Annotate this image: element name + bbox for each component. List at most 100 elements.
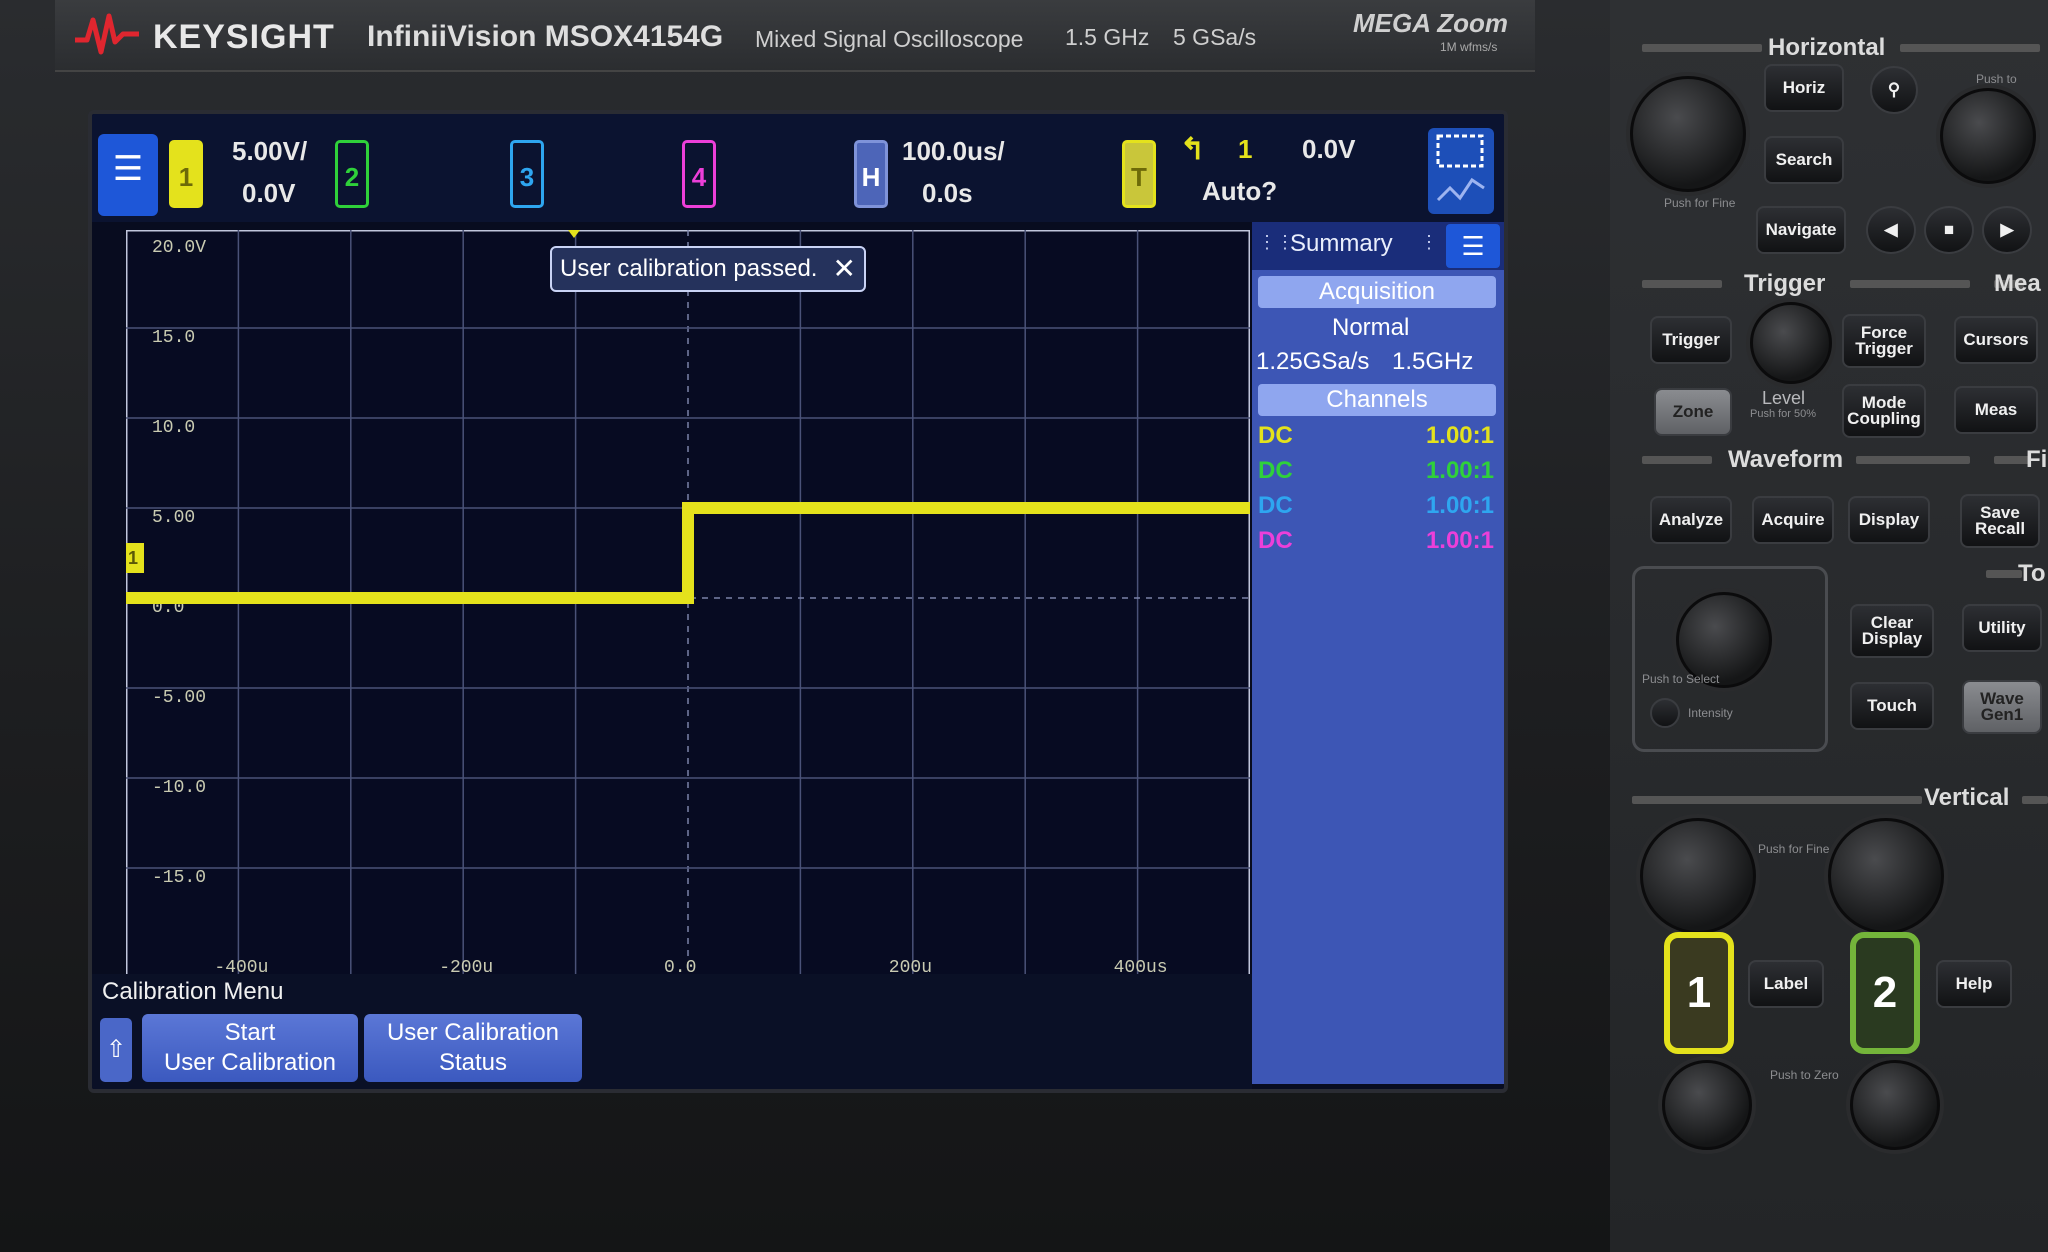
softkey-line: Status xyxy=(438,1049,508,1076)
display-button[interactable]: Display xyxy=(1848,496,1930,544)
ch2-scale-knob[interactable] xyxy=(1828,818,1944,934)
trigger-mode: Auto? xyxy=(1202,176,1278,206)
divider xyxy=(1986,570,2022,578)
y-tick-label: 5.00 xyxy=(152,508,195,528)
label-button[interactable]: Label xyxy=(1748,960,1824,1008)
channel-row: DC 1.00:1 xyxy=(1258,422,1494,452)
channel-1-button[interactable]: 1 xyxy=(1664,932,1734,1054)
force-trigger-button[interactable]: Force Trigger xyxy=(1842,314,1926,368)
notification-message: User calibration passed. xyxy=(560,255,818,282)
trigger-section-title: Trigger xyxy=(1744,270,1826,297)
zoom-button[interactable]: ⚲ xyxy=(1870,66,1918,114)
touch-button[interactable]: Touch xyxy=(1850,682,1934,730)
ch1-position-knob[interactable] xyxy=(1662,1060,1752,1150)
start-user-calibration-button[interactable]: Start User Calibration xyxy=(142,1014,358,1082)
main-menu-button[interactable]: ☰ xyxy=(98,134,158,216)
model-description: Mixed Signal Oscilloscope xyxy=(755,26,1024,52)
channel-4-box[interactable]: 4 xyxy=(682,140,716,208)
acquisition-bandwidth: 1.5GHz xyxy=(1392,348,1474,375)
analyze-button[interactable]: Analyze xyxy=(1650,496,1732,544)
zoom-select-icon xyxy=(1436,134,1485,202)
divider xyxy=(1642,44,1762,52)
cursors-button[interactable]: Cursors xyxy=(1954,316,2038,364)
close-icon[interactable]: ✕ xyxy=(833,252,856,285)
channel-1-box[interactable]: 1 xyxy=(169,140,203,208)
navigate-back-button[interactable]: ◀ xyxy=(1866,206,1916,254)
wavegen-button[interactable]: Wave Gen1 xyxy=(1962,680,2042,734)
horiz-button[interactable]: Horiz xyxy=(1764,64,1844,112)
svg-text:1: 1 xyxy=(128,548,138,568)
intensity-label: Intensity xyxy=(1688,706,1733,720)
model-name: InfiniiVision MSOX4154G xyxy=(367,20,724,53)
calibration-notification[interactable]: User calibration passed. ✕ xyxy=(550,246,866,292)
meas-button[interactable]: Meas xyxy=(1954,386,2038,434)
display-screen[interactable]: ☰ 1 5.00V/ 0.0V 2 3 4 H 100.0us/ 0.0s T … xyxy=(88,110,1508,1093)
softkey-line: Start xyxy=(224,1019,276,1046)
waveform-graticule[interactable]: 20.0V15.010.05.000.0-5.00-10.0-15.0 -400… xyxy=(126,230,1250,976)
arrow-up-icon: ⇧ xyxy=(105,1036,127,1063)
bandwidth-spec: 1.5 GHz xyxy=(1065,24,1150,50)
status-bar: ☰ 1 5.00V/ 0.0V 2 3 4 H 100.0us/ 0.0s T … xyxy=(92,114,1504,222)
horizontal-scale-knob[interactable] xyxy=(1630,76,1746,192)
stop-icon: ■ xyxy=(1943,220,1955,239)
play-back-icon: ◀ xyxy=(1884,220,1898,239)
horizontal-position-knob[interactable] xyxy=(1940,88,2036,184)
back-button[interactable]: ⇧ xyxy=(100,1018,132,1082)
softkey-line: User Calibration xyxy=(386,1019,560,1046)
divider xyxy=(1850,280,1970,288)
navigate-stop-button[interactable]: ■ xyxy=(1924,206,1974,254)
push-to-select-label: Push to Select xyxy=(1642,672,1720,686)
push-to-label: Push to xyxy=(1976,72,2017,86)
channel-3-box[interactable]: 3 xyxy=(510,140,544,208)
keysight-logo-icon xyxy=(75,13,139,55)
trigger-edge-icon: ↰ xyxy=(1180,133,1206,166)
acquisition-header: Acquisition xyxy=(1258,276,1496,308)
drag-handle-icon[interactable]: ⋮⋮ xyxy=(1258,232,1294,253)
channel-row: DC 1.00:1 xyxy=(1258,527,1494,557)
ch1-ground-marker[interactable]: 1 xyxy=(126,543,144,573)
brand-name: KEYSIGHT xyxy=(153,18,335,56)
ch2-position-knob[interactable] xyxy=(1850,1060,1940,1150)
save-recall-button[interactable]: Save Recall xyxy=(1960,494,2040,548)
softkey-bar: Calibration Menu ⇧ Start User Calibratio… xyxy=(92,974,1252,1089)
horizontal-box[interactable]: H xyxy=(854,140,888,208)
play-icon: ▶ xyxy=(2000,220,2014,239)
clear-display-button[interactable]: Clear Display xyxy=(1850,604,1934,658)
channels-header: Channels xyxy=(1258,384,1496,416)
ch1-scale-knob[interactable] xyxy=(1640,818,1756,934)
probe-ratio: 1.00:1 xyxy=(1425,492,1494,519)
search-button[interactable]: Search xyxy=(1764,136,1844,184)
divider xyxy=(1642,456,1712,464)
brand-bar: KEYSIGHT InfiniiVision MSOX4154G Mixed S… xyxy=(55,0,1535,72)
probe-ratio: 1.00:1 xyxy=(1425,457,1494,484)
probe-ratio: 1.00:1 xyxy=(1425,422,1494,449)
divider xyxy=(1632,796,1922,804)
trigger-button[interactable]: Trigger xyxy=(1650,316,1732,364)
intensity-button[interactable] xyxy=(1650,698,1680,728)
help-button[interactable]: Help xyxy=(1936,960,2012,1008)
channel-2-button[interactable]: 2 xyxy=(1850,932,1920,1054)
trigger-box[interactable]: T xyxy=(1122,140,1156,208)
channel-2-box[interactable]: 2 xyxy=(335,140,369,208)
summary-header: ⋮⋮ Summary ⋮⋮ ☰ xyxy=(1252,222,1504,270)
navigate-forward-button[interactable]: ▶ xyxy=(1982,206,2032,254)
acquire-button[interactable]: Acquire xyxy=(1752,496,1834,544)
ch1-scale: 5.00V/ xyxy=(232,136,308,166)
probe-ratio: 1.00:1 xyxy=(1425,527,1494,554)
zone-button[interactable]: Zone xyxy=(1654,388,1732,436)
mode-coupling-button[interactable]: Mode Coupling xyxy=(1842,384,1926,438)
sample-rate-spec: 5 GSa/s xyxy=(1173,24,1257,50)
utility-button[interactable]: Utility xyxy=(1962,604,2042,652)
zoom-box-button[interactable] xyxy=(1428,128,1494,214)
push-for-50-label: Push for 50% xyxy=(1750,408,1817,420)
vertical-section-title: Vertical xyxy=(1924,784,2010,811)
divider xyxy=(1856,456,1970,464)
user-calibration-status-button[interactable]: User Calibration Status xyxy=(364,1014,582,1082)
menu-title: Calibration Menu xyxy=(102,978,284,1005)
trigger-level: 0.0V xyxy=(1302,134,1356,164)
megazoom-logo: MEGA Zoom xyxy=(1353,8,1509,38)
horizontal-section-title: Horizontal xyxy=(1768,34,1886,61)
navigate-button[interactable]: Navigate xyxy=(1756,206,1846,254)
panel-menu-button[interactable]: ☰ xyxy=(1446,224,1500,268)
trigger-level-knob[interactable] xyxy=(1750,302,1832,384)
